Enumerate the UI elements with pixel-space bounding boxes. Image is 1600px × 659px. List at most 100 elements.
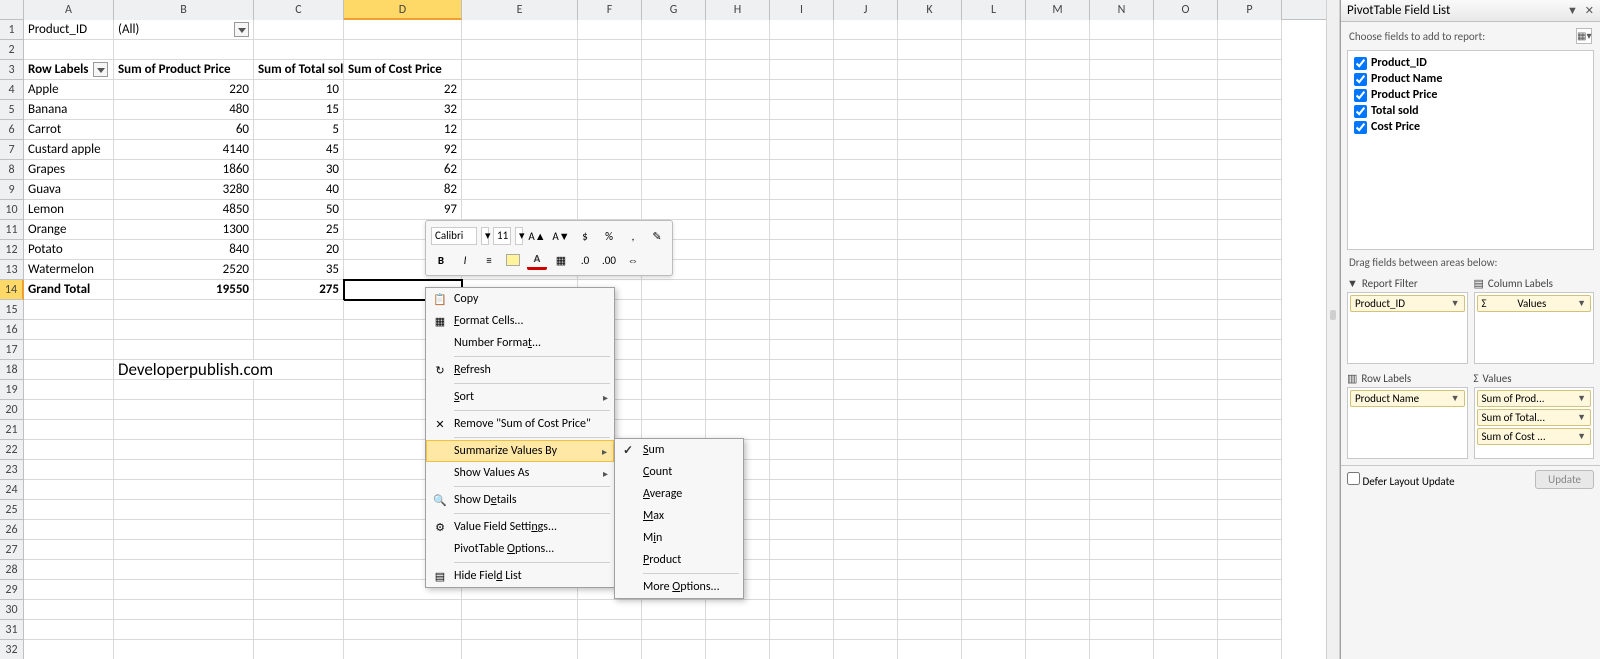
col-header-L[interactable]: L — [962, 0, 1026, 20]
field-cost-price[interactable]: Cost Price — [1354, 119, 1587, 135]
ctx-format-cells[interactable]: ▦Format Cells... — [426, 310, 614, 332]
cell[interactable] — [1026, 500, 1090, 520]
cell[interactable] — [1218, 260, 1282, 280]
cell[interactable] — [962, 120, 1026, 140]
cell[interactable] — [24, 600, 114, 620]
cell[interactable] — [114, 580, 254, 600]
col-header-K[interactable]: K — [898, 0, 962, 20]
data-label[interactable]: Banana — [24, 100, 114, 120]
cell[interactable] — [834, 260, 898, 280]
cell[interactable] — [1090, 380, 1154, 400]
cell[interactable] — [114, 40, 254, 60]
cell[interactable] — [578, 100, 642, 120]
cell[interactable] — [642, 100, 706, 120]
cell[interactable] — [254, 520, 344, 540]
cell[interactable] — [254, 480, 344, 500]
cell[interactable] — [254, 400, 344, 420]
cell[interactable] — [114, 500, 254, 520]
defer-layout-checkbox[interactable]: Defer Layout Update — [1347, 472, 1455, 488]
layout-options-icon[interactable]: ▦▾ — [1576, 28, 1592, 44]
cell[interactable] — [1026, 100, 1090, 120]
cell[interactable] — [770, 620, 834, 640]
cell[interactable] — [1218, 100, 1282, 120]
cell[interactable] — [770, 120, 834, 140]
update-button[interactable]: Update — [1535, 470, 1594, 489]
col-header-B[interactable]: B — [114, 0, 254, 20]
cell[interactable] — [1090, 340, 1154, 360]
cell[interactable] — [24, 340, 114, 360]
cell[interactable] — [770, 80, 834, 100]
cell[interactable] — [1026, 460, 1090, 480]
cell[interactable] — [1026, 480, 1090, 500]
data-label[interactable]: Watermelon — [24, 260, 114, 280]
cell[interactable] — [1218, 340, 1282, 360]
cell[interactable] — [962, 560, 1026, 580]
cell[interactable] — [1026, 260, 1090, 280]
cell[interactable] — [1090, 280, 1154, 300]
cell[interactable] — [898, 620, 962, 640]
cell[interactable] — [834, 620, 898, 640]
cell[interactable] — [834, 140, 898, 160]
cell[interactable] — [898, 180, 962, 200]
report-filter-area[interactable]: Product_ID▼ — [1347, 292, 1468, 364]
row-header-2[interactable]: 2 — [0, 40, 24, 60]
cell[interactable] — [834, 440, 898, 460]
bold-icon[interactable]: B — [431, 250, 451, 270]
row-header-11[interactable]: 11 — [0, 220, 24, 240]
cell[interactable] — [462, 140, 578, 160]
cell[interactable] — [1026, 380, 1090, 400]
cell[interactable] — [578, 80, 642, 100]
cell[interactable] — [114, 420, 254, 440]
cell[interactable] — [1218, 120, 1282, 140]
data-sold[interactable]: 35 — [254, 260, 344, 280]
cell[interactable] — [898, 580, 962, 600]
cell[interactable] — [1218, 520, 1282, 540]
cell[interactable] — [1218, 200, 1282, 220]
cell[interactable] — [1026, 640, 1090, 659]
cell[interactable] — [834, 80, 898, 100]
filter-dropdown-icon[interactable] — [234, 22, 249, 37]
pane-close-icon[interactable]: ✕ — [1585, 4, 1594, 17]
filter-label[interactable]: Product_ID — [24, 20, 114, 40]
cell[interactable] — [1026, 300, 1090, 320]
cell[interactable] — [24, 480, 114, 500]
cell[interactable] — [770, 360, 834, 380]
cell[interactable] — [834, 420, 898, 440]
cell[interactable] — [962, 160, 1026, 180]
data-sold[interactable]: 20 — [254, 240, 344, 260]
cell[interactable] — [706, 280, 770, 300]
cell[interactable] — [1218, 400, 1282, 420]
cell[interactable] — [834, 360, 898, 380]
field-total-sold[interactable]: Total sold — [1354, 103, 1587, 119]
cell[interactable] — [770, 460, 834, 480]
cell[interactable] — [770, 540, 834, 560]
ctx-summarize-values-by[interactable]: Summarize Values By — [426, 440, 614, 462]
field-checkbox[interactable] — [1354, 121, 1367, 134]
cell[interactable] — [1026, 320, 1090, 340]
data-price[interactable]: 480 — [114, 100, 254, 120]
row-header-27[interactable]: 27 — [0, 540, 24, 560]
select-all-corner[interactable] — [0, 0, 24, 20]
row-header-7[interactable]: 7 — [0, 140, 24, 160]
cell[interactable] — [706, 320, 770, 340]
row-header-23[interactable]: 23 — [0, 460, 24, 480]
cell[interactable] — [834, 520, 898, 540]
cell[interactable] — [462, 160, 578, 180]
row-header-1[interactable]: 1 — [0, 20, 24, 40]
sub-sum[interactable]: Sum — [615, 439, 743, 461]
row-header-13[interactable]: 13 — [0, 260, 24, 280]
cell[interactable] — [1090, 140, 1154, 160]
cell[interactable] — [1218, 620, 1282, 640]
ctx-sort[interactable]: Sort — [426, 386, 614, 408]
cell[interactable] — [1154, 460, 1218, 480]
row-header-19[interactable]: 19 — [0, 380, 24, 400]
cell[interactable] — [1090, 580, 1154, 600]
grand-total-price[interactable]: 19550 — [114, 280, 254, 300]
row-header-31[interactable]: 31 — [0, 620, 24, 640]
row-header-5[interactable]: 5 — [0, 100, 24, 120]
cell[interactable] — [1026, 440, 1090, 460]
italic-icon[interactable]: I — [455, 250, 475, 270]
cell[interactable] — [706, 40, 770, 60]
grand-total-sold[interactable]: 275 — [254, 280, 344, 300]
cell[interactable] — [1154, 580, 1218, 600]
